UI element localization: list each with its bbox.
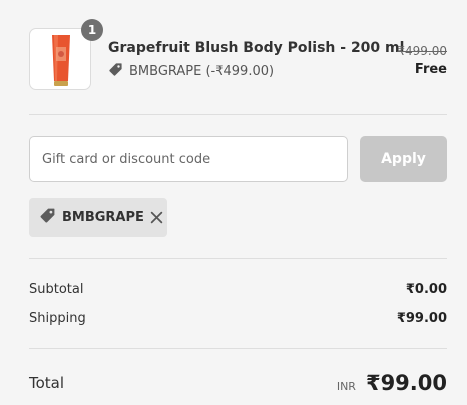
product-thumbnail: 1 bbox=[29, 19, 103, 90]
total-label: Total bbox=[29, 374, 65, 392]
shipping-row: Shipping ₹99.00 bbox=[29, 309, 447, 327]
tag-icon bbox=[39, 207, 56, 228]
tag-icon bbox=[108, 62, 123, 81]
shipping-label: Shipping bbox=[29, 310, 86, 326]
final-price: Free bbox=[414, 62, 447, 77]
close-icon[interactable] bbox=[150, 211, 163, 224]
product-image bbox=[52, 35, 70, 86]
shipping-value: ₹99.00 bbox=[396, 310, 447, 326]
applied-code-label: BMBGRAPE bbox=[62, 210, 144, 225]
total-amount: INR ₹99.00 bbox=[337, 371, 447, 395]
product-name: Grapefruit Blush Body Polish - 200 ml bbox=[108, 40, 405, 56]
line-discount-text: BMBGRAPE (-₹499.00) bbox=[129, 63, 275, 79]
quantity-badge: 1 bbox=[81, 19, 103, 41]
divider bbox=[29, 348, 447, 349]
divider bbox=[29, 114, 447, 115]
line-discount: BMBGRAPE (-₹499.00) bbox=[108, 62, 274, 80]
discount-code-input[interactable] bbox=[29, 136, 348, 182]
subtotal-label: Subtotal bbox=[29, 281, 84, 297]
original-price: ₹499.00 bbox=[397, 44, 447, 58]
total-value: ₹99.00 bbox=[365, 371, 447, 395]
cart-line-item: 1 Grapefruit Blush Body Polish - 200 ml … bbox=[29, 19, 447, 92]
subtotal-value: ₹0.00 bbox=[405, 281, 447, 297]
apply-button[interactable]: Apply bbox=[360, 136, 447, 182]
currency-code: INR bbox=[336, 380, 356, 393]
applied-discount-chip: BMBGRAPE bbox=[29, 198, 167, 237]
line-price: ₹499.00 Free bbox=[397, 43, 447, 77]
subtotal-row: Subtotal ₹0.00 bbox=[29, 280, 447, 298]
divider bbox=[29, 258, 447, 259]
total-row: Total INR ₹99.00 bbox=[29, 368, 447, 398]
